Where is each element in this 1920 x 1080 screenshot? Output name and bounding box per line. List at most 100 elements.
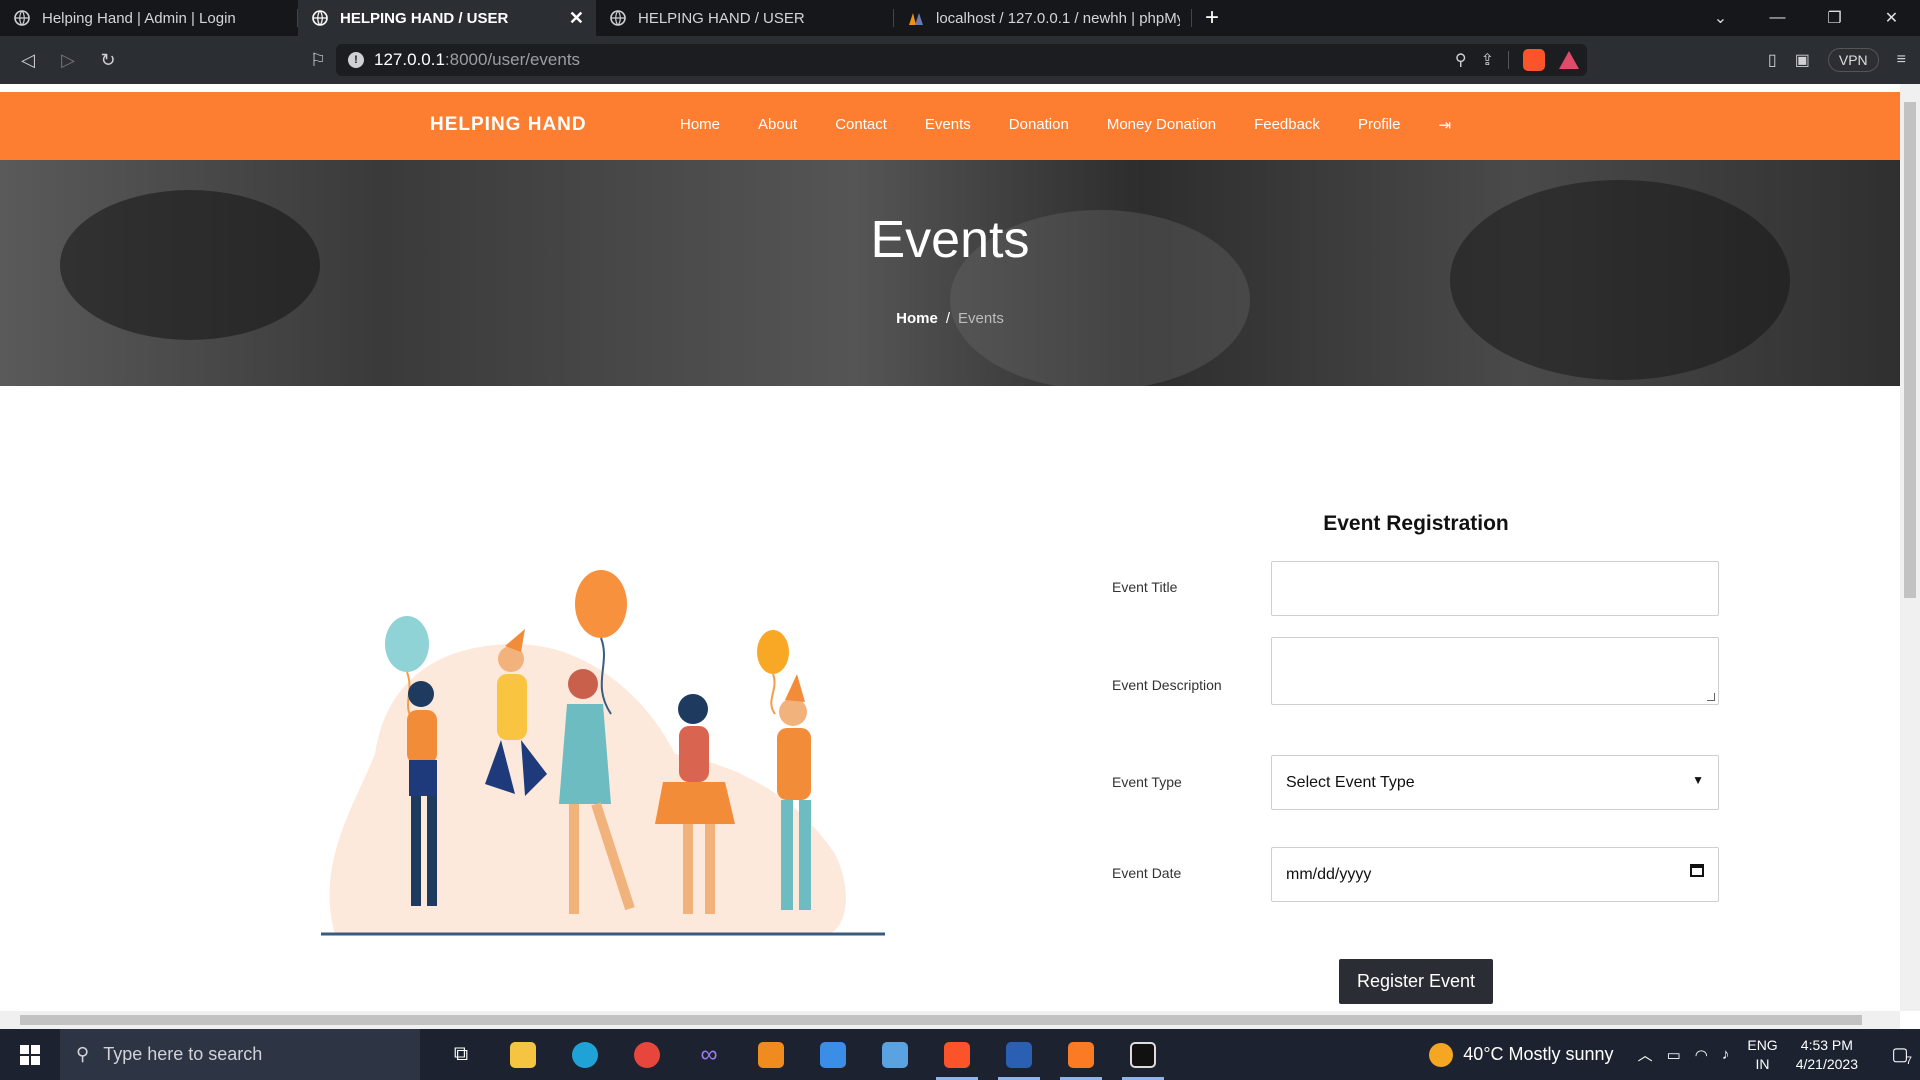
nav-contact[interactable]: Contact — [835, 116, 887, 134]
divider — [1508, 51, 1509, 69]
tab-label: HELPING HAND / USER — [340, 9, 509, 27]
tab-label: HELPING HAND / USER — [638, 9, 805, 27]
restore-button[interactable]: ❐ — [1806, 0, 1863, 36]
tab-strip: Helping Hand | Admin | Login HELPING HAN… — [0, 0, 1920, 36]
share-icon[interactable]: ⇪ — [1481, 50, 1494, 70]
breadcrumb-current: Events — [958, 310, 1004, 327]
new-tab-button[interactable]: + — [1192, 0, 1232, 36]
site-brand[interactable]: HELPING HAND — [430, 114, 587, 136]
forward-icon[interactable]: ▷ — [48, 40, 88, 80]
infinity-app-icon[interactable]: ∞ — [678, 1029, 740, 1080]
clock-date: 4/21/2023 — [1795, 1055, 1858, 1072]
site-navbar: HELPING HAND Home About Contact Events D… — [0, 92, 1900, 160]
wallet-icon[interactable]: ▣ — [1795, 50, 1810, 70]
minimize-button[interactable]: — — [1749, 0, 1806, 36]
breadcrumb: Home / Events — [0, 310, 1900, 327]
event-date-placeholder: mm/dd/yyyy — [1286, 865, 1372, 883]
windows-icon — [20, 1044, 40, 1065]
start-button[interactable] — [0, 1029, 60, 1080]
tab-search-chevron-icon[interactable]: ⌄ — [1692, 0, 1749, 36]
nav-donation[interactable]: Donation — [1009, 116, 1069, 134]
tab-label: localhost / 127.0.0.1 / newhh | phpMy — [936, 9, 1180, 27]
search-app-icon[interactable] — [864, 1029, 926, 1080]
tab-helping-hand-user-active[interactable]: HELPING HAND / USER ✕ — [298, 0, 596, 36]
event-date-label: Event Date — [1112, 865, 1182, 881]
close-tab-icon[interactable]: ✕ — [569, 8, 584, 29]
url-host: 127.0.0.1 — [374, 50, 445, 69]
edge-icon[interactable] — [554, 1029, 616, 1080]
site-info-icon[interactable]: ! — [348, 52, 364, 68]
clock-time: 4:53 PM — [1800, 1036, 1853, 1053]
tab-label: Helping Hand | Admin | Login — [42, 9, 236, 27]
weather-widget[interactable]: 40°C Mostly sunny — [1429, 1042, 1614, 1067]
event-date-input[interactable]: mm/dd/yyyy — [1271, 847, 1719, 902]
microsoft-store-icon[interactable] — [802, 1029, 864, 1080]
balloon-icon — [757, 630, 789, 674]
windows-taskbar: ⚲ Type here to search ⧉ ∞ 40°C Mostly su… — [0, 1029, 1920, 1080]
phpmyadmin-icon — [909, 13, 923, 25]
event-type-selected: Select Event Type — [1286, 773, 1415, 791]
brave-shields-icon[interactable] — [1523, 49, 1545, 71]
word-icon[interactable] — [988, 1029, 1050, 1080]
close-window-button[interactable]: ✕ — [1863, 0, 1920, 36]
nav-feedback[interactable]: Feedback — [1254, 116, 1320, 134]
sublime-text-icon[interactable] — [740, 1029, 802, 1080]
tab-admin-login[interactable]: Helping Hand | Admin | Login — [0, 0, 298, 36]
address-bar[interactable]: ! 127.0.0.1:8000/user/events ⚲ ⇪ — [336, 44, 1587, 76]
chrome-icon[interactable] — [616, 1029, 678, 1080]
event-description-label: Event Description — [1112, 677, 1222, 693]
chevron-up-icon[interactable]: ︿ — [1638, 1044, 1653, 1065]
tab-helping-hand-user[interactable]: HELPING HAND / USER — [596, 0, 894, 36]
vpn-button[interactable]: VPN — [1827, 48, 1879, 72]
tab-phpmyadmin[interactable]: localhost / 127.0.0.1 / newhh | phpMy — [894, 0, 1192, 36]
menu-icon[interactable]: ≡ — [1897, 51, 1906, 69]
taskbar-search[interactable]: ⚲ Type here to search — [60, 1029, 420, 1080]
volume-icon[interactable]: ♪ — [1722, 1046, 1730, 1063]
page-title: Events — [870, 211, 1030, 269]
back-icon[interactable]: ◁ — [8, 40, 48, 80]
terminal-icon[interactable] — [1112, 1029, 1174, 1080]
nav-about[interactable]: About — [758, 116, 797, 134]
task-view-icon[interactable]: ⧉ — [430, 1029, 492, 1080]
scrollbar-thumb[interactable] — [1904, 102, 1916, 598]
vertical-scrollbar[interactable] — [1900, 84, 1920, 1011]
brave-browser-icon[interactable] — [926, 1029, 988, 1080]
bookmark-icon[interactable]: ⚐ — [298, 40, 338, 80]
taskbar-apps: ⧉ ∞ — [430, 1029, 1174, 1080]
nav-events[interactable]: Events — [925, 116, 971, 134]
page-viewport: HELPING HAND Home About Contact Events D… — [0, 84, 1900, 1011]
wifi-icon[interactable]: ◠ — [1695, 1046, 1708, 1064]
event-description-textarea[interactable] — [1271, 637, 1719, 705]
chevron-down-icon: ▼ — [1692, 773, 1704, 787]
address-bar-icons: ⚲ ⇪ — [1455, 44, 1579, 76]
calendar-icon[interactable] — [1690, 864, 1704, 877]
notification-center-icon[interactable]: ▢ 7 — [1880, 1044, 1920, 1067]
language-indicator[interactable]: ENG IN — [1747, 1036, 1777, 1074]
breadcrumb-home[interactable]: Home — [896, 310, 938, 327]
scrollbar-thumb[interactable] — [20, 1015, 1862, 1025]
event-title-label: Event Title — [1112, 579, 1178, 595]
event-type-select[interactable]: Select Event Type ▼ — [1271, 755, 1719, 810]
battery-icon[interactable]: ▭ — [1667, 1046, 1681, 1064]
event-title-input[interactable] — [1271, 561, 1719, 616]
nav-money-donation[interactable]: Money Donation — [1107, 116, 1216, 134]
file-explorer-icon[interactable] — [492, 1029, 554, 1080]
xampp-icon[interactable] — [1050, 1029, 1112, 1080]
sign-out-icon[interactable]: ⇥ — [1438, 116, 1451, 134]
party-illustration — [321, 570, 885, 936]
balloon-icon — [385, 616, 429, 672]
brave-rewards-icon[interactable] — [1559, 51, 1579, 69]
event-type-label: Event Type — [1112, 774, 1182, 790]
register-event-button[interactable]: Register Event — [1339, 959, 1493, 1004]
globe-icon — [14, 10, 30, 26]
nav-home[interactable]: Home — [680, 116, 720, 134]
horizontal-scrollbar[interactable] — [0, 1011, 1900, 1029]
clock[interactable]: 4:53 PM 4/21/2023 — [1796, 1036, 1858, 1074]
breadcrumb-separator: / — [945, 310, 950, 327]
reload-icon[interactable]: ↻ — [88, 40, 128, 80]
url-path: :8000/user/events — [444, 50, 581, 69]
zoom-icon[interactable]: ⚲ — [1455, 50, 1467, 70]
nav-profile[interactable]: Profile — [1358, 116, 1401, 134]
resize-handle-icon[interactable] — [1707, 693, 1715, 701]
sidebar-icon[interactable]: ▯ — [1768, 50, 1777, 70]
